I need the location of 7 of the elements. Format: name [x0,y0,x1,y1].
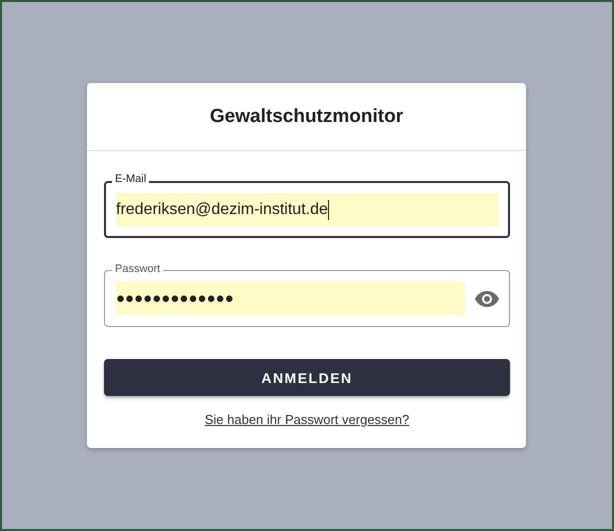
login-button[interactable]: ANMELDEN [104,359,510,396]
eye-icon[interactable] [475,290,499,306]
forgot-password-link[interactable]: Sie haben ihr Passwort vergessen? [204,412,410,427]
field-value: frederiksen@dezim-institut.de [116,193,499,226]
field-label: E-Mail [112,172,150,186]
card-title: Gewaltschutzmonitor [210,106,404,128]
field-value: ●●●●●●●●●●●●● [116,282,465,315]
